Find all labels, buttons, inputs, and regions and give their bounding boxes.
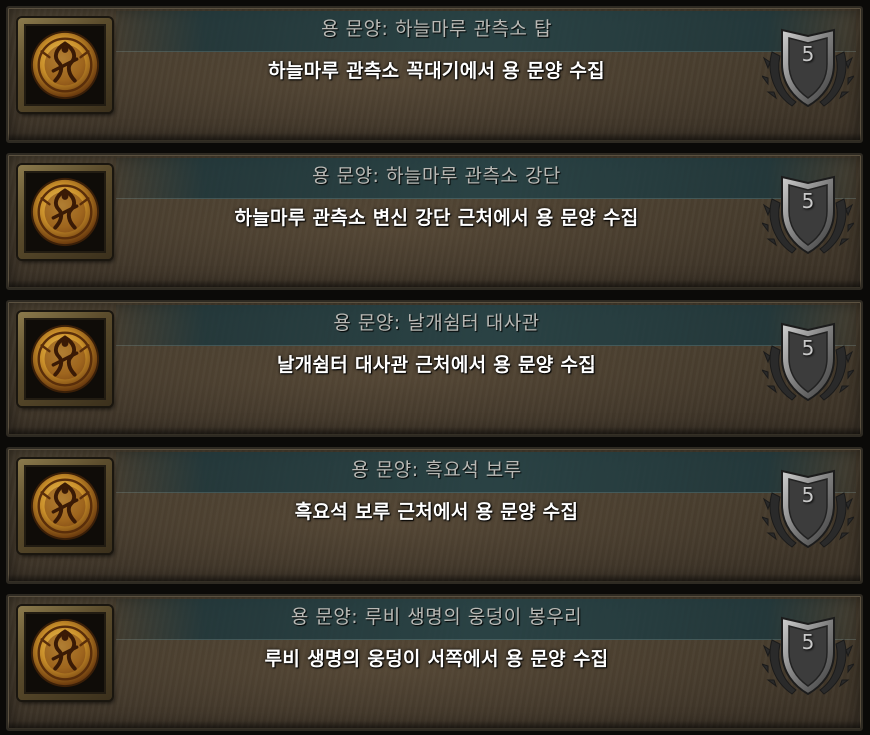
achievement-title: 용 문양: 하늘마루 관측소 강단	[312, 165, 561, 187]
achievement-description: 하늘마루 관측소 꼭대기에서 용 문양 수집	[268, 60, 605, 82]
achievement-list: 용 문양: 하늘마루 관측소 탑 하늘마루 관측소 꼭대기에서 용 문양 수집 …	[0, 0, 870, 735]
achievement-description: 날개쉼터 대사관 근처에서 용 문양 수집	[276, 354, 597, 376]
achievement-row[interactable]: 용 문양: 하늘마루 관측소 강단 하늘마루 관측소 변신 강단 근처에서 용 …	[6, 153, 863, 290]
achievement-description: 흑요석 보루 근처에서 용 문양 수집	[294, 501, 579, 523]
achievement-points: 5	[801, 42, 815, 66]
achievement-points: 5	[801, 630, 815, 654]
shield-icon	[762, 22, 854, 114]
shield-icon	[762, 316, 854, 408]
shield-icon	[762, 463, 854, 555]
shield-icon	[762, 169, 854, 261]
shield-icon	[762, 610, 854, 702]
achievement-description: 하늘마루 관측소 변신 강단 근처에서 용 문양 수집	[234, 207, 639, 229]
achievement-points: 5	[801, 483, 815, 507]
achievement-row[interactable]: 용 문양: 루비 생명의 웅덩이 봉우리 루비 생명의 웅덩이 서쪽에서 용 문…	[6, 594, 863, 731]
achievement-row[interactable]: 용 문양: 하늘마루 관측소 탑 하늘마루 관측소 꼭대기에서 용 문양 수집 …	[6, 6, 863, 143]
achievement-title: 용 문양: 하늘마루 관측소 탑	[321, 18, 552, 40]
achievement-title: 용 문양: 흑요석 보루	[351, 459, 522, 481]
achievement-points: 5	[801, 336, 815, 360]
achievement-description: 루비 생명의 웅덩이 서쪽에서 용 문양 수집	[264, 648, 609, 670]
achievement-row[interactable]: 용 문양: 날개쉼터 대사관 날개쉼터 대사관 근처에서 용 문양 수집 5	[6, 300, 863, 437]
achievement-points: 5	[801, 189, 815, 213]
achievement-row[interactable]: 용 문양: 흑요석 보루 흑요석 보루 근처에서 용 문양 수집 5	[6, 447, 863, 584]
achievement-title: 용 문양: 루비 생명의 웅덩이 봉우리	[290, 606, 583, 628]
achievement-title: 용 문양: 날개쉼터 대사관	[333, 312, 540, 334]
